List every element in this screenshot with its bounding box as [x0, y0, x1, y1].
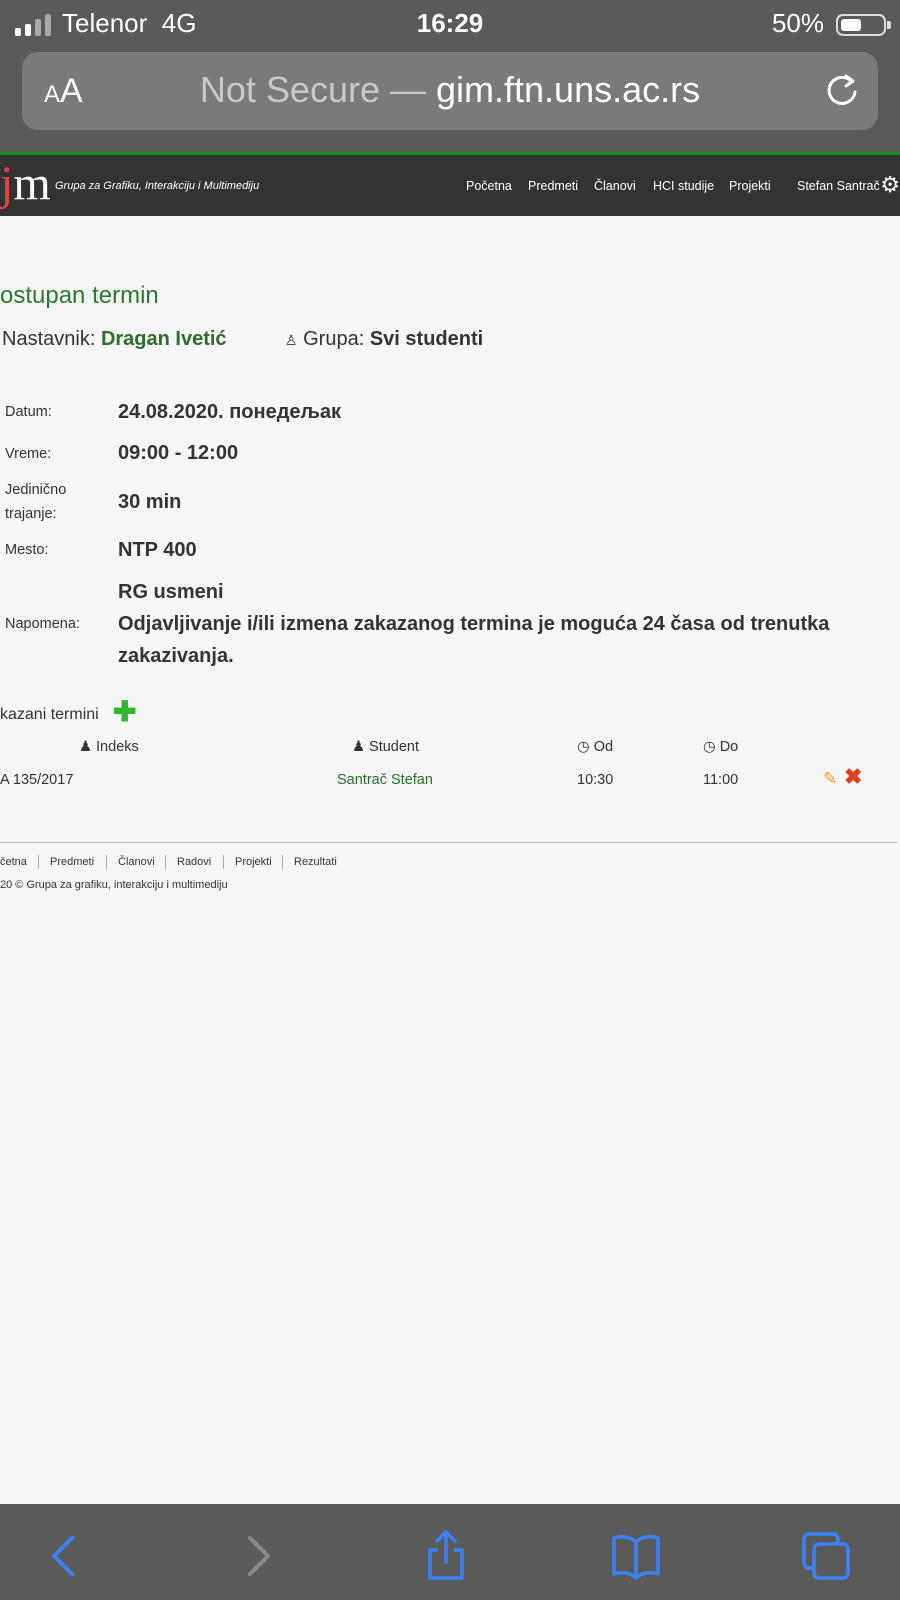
- row-to: 11:00: [703, 772, 739, 788]
- battery-percent: 50%: [771, 8, 824, 38]
- time-label: Vreme:: [5, 446, 52, 462]
- col-header-student[interactable]: ♟ Student: [352, 739, 419, 755]
- row-from: 10:30: [577, 772, 614, 788]
- clock-icon: ◷: [577, 739, 590, 755]
- footer-link-pocetna[interactable]: četna: [0, 856, 27, 868]
- place-value: NTP 400: [118, 539, 197, 561]
- status-bar: Telenor 4G 16:29 50%: [0, 6, 900, 42]
- footer-separator: [165, 855, 166, 869]
- gear-icon[interactable]: ⚙: [880, 174, 900, 196]
- reload-icon[interactable]: [822, 70, 862, 110]
- back-icon[interactable]: [40, 1530, 92, 1582]
- nav-hci-studije[interactable]: HCI studije: [653, 179, 714, 193]
- teacher-name[interactable]: Dragan Ivetić: [101, 328, 227, 350]
- forward-icon[interactable]: [230, 1530, 282, 1582]
- edit-icon[interactable]: ✎: [823, 769, 837, 789]
- col-header-index[interactable]: ♟ Indeks: [79, 739, 139, 755]
- clock: 16:29: [416, 8, 484, 38]
- teacher-info: Nastavnik: Dragan Ivetić: [2, 328, 227, 350]
- footer-link-predmeti[interactable]: Predmeti: [50, 856, 94, 868]
- delete-icon[interactable]: ✖: [844, 764, 862, 790]
- row-index: A 135/2017: [0, 772, 74, 788]
- footer-link-radovi[interactable]: Radovi: [177, 856, 211, 868]
- nav-projekti[interactable]: Projekti: [729, 179, 771, 193]
- ios-bottom-toolbar: [0, 1504, 900, 1600]
- site-tagline: Grupa za Grafiku, Interakciju i Multimed…: [55, 180, 260, 192]
- footer-link-clanovi[interactable]: Članovi: [118, 856, 155, 868]
- battery-icon: [836, 14, 891, 36]
- row-student[interactable]: Santrač Stefan: [337, 772, 433, 788]
- site-logo[interactable]: jm: [0, 159, 51, 209]
- nav-user[interactable]: Stefan Santrač: [797, 179, 880, 193]
- footer-separator: [223, 855, 224, 869]
- footer-separator: [38, 855, 39, 869]
- note-label: Napomena:: [5, 616, 80, 632]
- nav-pocetna[interactable]: Početna: [466, 179, 512, 193]
- nav-clanovi[interactable]: Članovi: [594, 179, 636, 193]
- user-icon: ♟: [79, 739, 92, 755]
- user-icon: ♟: [352, 739, 365, 755]
- copyright: 20 © Grupa za grafiku, interakciju i mul…: [0, 879, 228, 891]
- appointments-title: kazani termini: [0, 706, 99, 723]
- time-value: 09:00 - 12:00: [118, 442, 239, 464]
- clock-icon: ◷: [703, 739, 716, 755]
- footer-link-projekti[interactable]: Projekti: [235, 856, 272, 868]
- ios-top-bar: Telenor 4G 16:29 50% AA Not Secure — gim…: [0, 0, 900, 152]
- nav-predmeti[interactable]: Predmeti: [528, 179, 578, 193]
- note-value: RG usmeni Odjavljivanje i/ili izmena zak…: [118, 581, 830, 667]
- bookmarks-icon[interactable]: [610, 1530, 662, 1582]
- duration-value: 30 min: [118, 491, 182, 513]
- col-header-from[interactable]: ◷ Od: [577, 739, 613, 755]
- date-label: Datum:: [5, 404, 52, 420]
- date-value: 24.08.2020. понедељак: [118, 401, 342, 423]
- tabs-icon[interactable]: [800, 1530, 852, 1582]
- site-header: jm Grupa za Grafiku, Interakciju i Multi…: [0, 152, 900, 216]
- url-display[interactable]: Not Secure — gim.ftn.uns.ac.rs: [22, 69, 878, 111]
- footer-link-rezultati[interactable]: Rezultati: [294, 856, 337, 868]
- duration-label: Jedinično trajanje:: [5, 482, 67, 522]
- footer-separator: [282, 855, 283, 869]
- page-title: ostupan termin: [0, 282, 159, 309]
- footer-separator: [106, 855, 107, 869]
- address-bar[interactable]: AA Not Secure — gim.ftn.uns.ac.rs: [22, 52, 878, 130]
- col-header-to[interactable]: ◷ Do: [703, 739, 738, 755]
- share-icon[interactable]: [420, 1530, 472, 1582]
- place-label: Mesto:: [5, 542, 49, 558]
- add-appointment-icon[interactable]: ✚: [113, 698, 136, 726]
- group-icon: ♙: [285, 332, 298, 348]
- group-info: ♙ Grupa: Svi studenti: [285, 328, 484, 350]
- group-name: Svi studenti: [369, 328, 484, 350]
- footer-divider: [0, 842, 897, 843]
